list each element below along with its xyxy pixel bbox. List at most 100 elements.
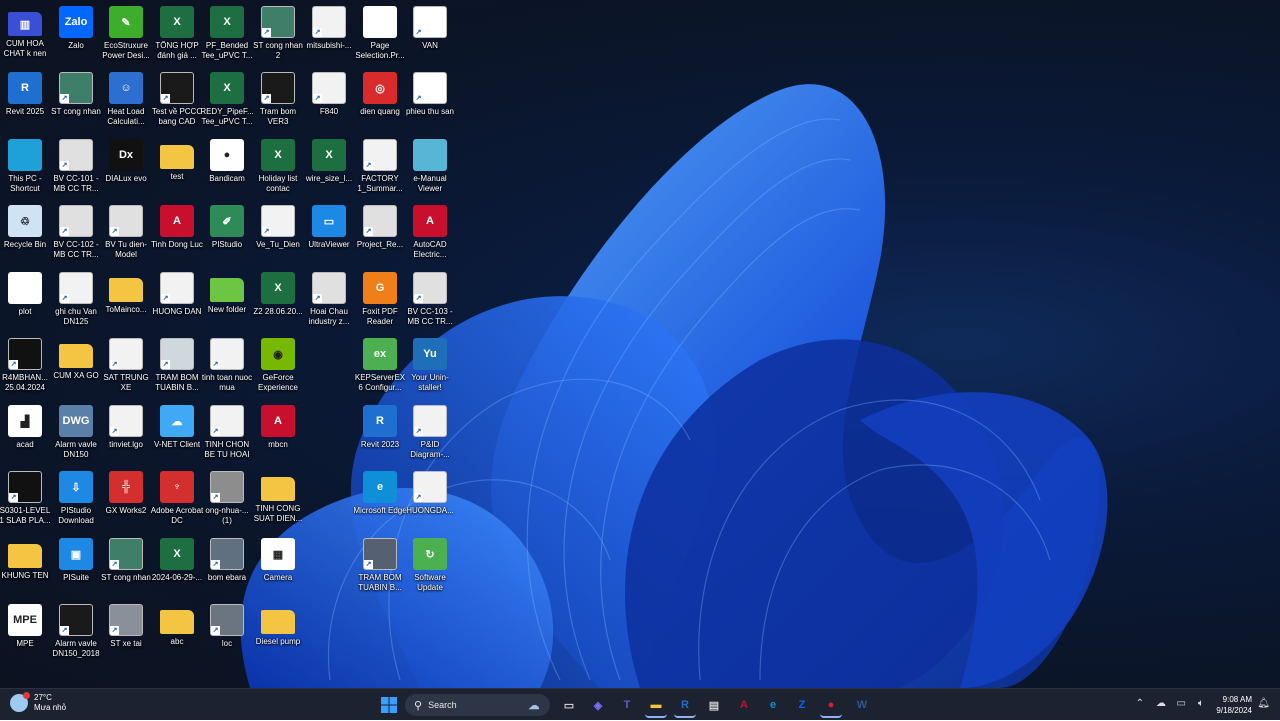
desktop-icon[interactable]: ♲ Recycle Bin [0, 205, 51, 250]
desktop-icon[interactable]: Hoai Chau industry z... [303, 272, 355, 327]
desktop-icon[interactable]: TINH CONG SUAT DIEN... [252, 471, 304, 524]
volume-icon[interactable]: 🔈︎ [1198, 698, 1204, 709]
desktop-icon[interactable]: ex KEPServerEX 6 Configur... [354, 338, 406, 393]
desktop-icon[interactable]: BV CC-101 - MB CC TR... [50, 139, 102, 194]
chevron-up-icon[interactable]: ⌃ [1136, 698, 1144, 709]
desktop-icon[interactable]: phieu thu san [404, 72, 456, 117]
desktop-icon[interactable]: Yu Your Unin-staller! [404, 338, 456, 393]
desktop-icon[interactable]: MPE MPE [0, 604, 51, 649]
desktop-icon[interactable]: CUM XA GO [50, 338, 102, 381]
desktop-icon[interactable]: Dx DIALux evo [100, 139, 152, 184]
desktop-icon[interactable]: ✐ PIStudio [201, 205, 253, 250]
desktop-icon[interactable]: loc [201, 604, 253, 649]
desktop-icon[interactable]: ▣ PISuite [50, 538, 102, 583]
bandicam-taskbar-icon[interactable]: ● [820, 694, 842, 718]
desktop-icon[interactable]: Project_Re... [354, 205, 406, 250]
desktop-icon[interactable]: ▭ UltraViewer [303, 205, 355, 250]
widget-icon[interactable]: ☁ [523, 694, 545, 716]
desktop-icon[interactable]: TRAM BOM TUABIN B... [151, 338, 203, 393]
desktop-icon[interactable]: e-Manual Viewer [404, 139, 456, 194]
desktop-icon[interactable]: ghi chu Van DN125 [50, 272, 102, 327]
onedrive-icon[interactable]: ☁ [1156, 698, 1166, 709]
desktop-icon[interactable]: R Revit 2023 [354, 405, 406, 450]
desktop-icon[interactable]: ◎ dien quang [354, 72, 406, 117]
desktop-icon[interactable]: ST cong nhan [50, 72, 102, 117]
desktop-icon[interactable]: DWG Alarm vavle DN150 [50, 405, 102, 460]
desktop-icon[interactable]: BV CC-103 - MB CC TR... [404, 272, 456, 327]
desktop-icon[interactable]: Ambcn [252, 405, 304, 450]
desktop-icon[interactable]: FACTORY 1_Summar... [354, 139, 406, 194]
desktop-icon[interactable]: ▟ acad [0, 405, 51, 450]
desktop-icon[interactable]: VAN [404, 6, 456, 51]
desktop-icon[interactable]: X REDY_PipeF... Tee_uPVC T... [200, 72, 254, 127]
desktop-icon[interactable]: mitsubishi-... [303, 6, 355, 51]
store-icon[interactable]: ▤ [703, 694, 725, 716]
desktop-icon[interactable]: X PF_Bended Tee_uPVC T... [201, 6, 253, 61]
desktop-icon[interactable]: ▥ CUM HOA CHAT k nen [0, 6, 51, 59]
desktop-icon[interactable]: HUONGDA... [404, 471, 456, 516]
desktop-icon[interactable]: R4MBHAN... 25.04.2024 [0, 338, 51, 393]
desktop-icon[interactable]: Test về PCCC bang CAD [151, 72, 203, 127]
desktop-icon[interactable]: R Revit 2025 [0, 72, 51, 117]
file-explorer-icon[interactable]: ▬ [645, 694, 667, 718]
desktop-icon[interactable]: ↻ Software Update [404, 538, 456, 593]
desktop-icon[interactable]: abc [151, 604, 203, 647]
desktop-icon[interactable]: Page Selection.Pr... [354, 6, 406, 61]
desktop-icon[interactable]: ST cong nhan 2 [252, 6, 304, 61]
zalo-taskbar-icon[interactable]: Z [791, 694, 813, 716]
desktop-icon[interactable]: F840 [303, 72, 355, 117]
desktop-icon[interactable]: ST xe tai [100, 604, 152, 649]
desktop-icon[interactable]: tinviet.lgo [100, 405, 152, 450]
desktop-icon[interactable]: ☺ Heat Load Calculati... [100, 72, 152, 127]
desktop-icon[interactable]: plot [0, 272, 51, 317]
desktop-icon[interactable]: BV Tu dien-Model [100, 205, 152, 260]
desktop-icon[interactable]: HUONG DAN [151, 272, 203, 317]
edge-taskbar-icon[interactable]: e [762, 694, 784, 716]
copilot-icon[interactable]: ◈ [587, 694, 609, 716]
desktop-icon[interactable]: X Z2 28.06.20... [252, 272, 304, 317]
word-taskbar-icon[interactable]: W [851, 694, 873, 716]
task-view-icon[interactable]: ▭ [558, 694, 580, 716]
desktop-icon[interactable]: P&ID Diagram-... [404, 405, 456, 460]
desktop-icon[interactable]: Alarm vavle DN150_2018 [50, 604, 102, 659]
desktop-icon[interactable]: BV CC-102 - MB CC TR... [50, 205, 102, 260]
desktop-icon[interactable]: TINH CHON BE TU HOAI [201, 405, 253, 460]
desktop-icon[interactable]: SAT TRUNG XE [100, 338, 152, 393]
weather-widget[interactable]: 27°C Mưa nhỏ [10, 692, 66, 713]
desktop-icon[interactable]: ╬ GX Works2 [100, 471, 152, 516]
desktop-icon[interactable]: ST cong nhan [100, 538, 152, 583]
clock[interactable]: 9:08 AM 9/18/2024 [1216, 694, 1252, 716]
notification-icon[interactable]: 🔔︎ [1257, 698, 1270, 709]
revit-taskbar-icon[interactable]: R [674, 694, 696, 718]
desktop-icon[interactable]: X Holiday list contac [252, 139, 304, 194]
desktop-icon[interactable]: Diesel pump [252, 604, 304, 647]
desktop-icon[interactable]: ong-nhua-... (1) [201, 471, 253, 526]
desktop-icon[interactable]: G Foxit PDF Reader [354, 272, 406, 327]
desktop-icon[interactable]: ♆ Adobe Acrobat DC [151, 471, 203, 526]
desktop-icon[interactable]: KHUNG TEN [0, 538, 51, 581]
teams-icon[interactable]: T [616, 694, 638, 716]
desktop-icon[interactable]: test [151, 139, 203, 182]
desktop-icon[interactable]: bom ebara [201, 538, 253, 583]
desktop-icon[interactable]: X TỔNG HỢP đánh giá ... [151, 6, 203, 61]
network-icon[interactable]: ▭ [1177, 698, 1186, 709]
desktop-icon[interactable]: New folder [201, 272, 253, 315]
desktop-icon[interactable]: e Microsoft Edge [353, 471, 407, 516]
autocad-taskbar-icon[interactable]: A [733, 694, 755, 716]
start-button[interactable] [378, 694, 400, 716]
desktop-icon[interactable]: Xwire_size_l... [303, 139, 355, 184]
desktop-icon[interactable]: S0301-LEVEL 1 SLAB PLA... [0, 471, 51, 526]
desktop-icon[interactable]: tinh toan nuoc mua [201, 338, 253, 393]
desktop-icon[interactable]: ✎ EcoStruxure Power Desi... [100, 6, 152, 61]
desktop-icon[interactable]: A AutoCAD Electric... [404, 205, 456, 260]
desktop-icon[interactable]: ☁ V-NET Client [151, 405, 203, 450]
desktop-icon[interactable]: Zalo Zalo [50, 6, 102, 51]
desktop-icon[interactable]: Ve_Tu_Dien [252, 205, 304, 250]
desktop-icon[interactable]: This PC - Shortcut [0, 139, 51, 194]
desktop-icon[interactable]: TRAM BOM TUABIN B... [354, 538, 406, 593]
desktop-icon[interactable]: ToMainco... [100, 272, 152, 315]
desktop-icon[interactable]: ◉ GeForce Experience [252, 338, 304, 393]
desktop-icon[interactable]: A Tinh Dong Luc [151, 205, 203, 250]
desktop-icon[interactable]: ⇩ PIStudio Download [50, 471, 102, 526]
desktop-icon[interactable]: X 2024-06-29-... [151, 538, 203, 583]
